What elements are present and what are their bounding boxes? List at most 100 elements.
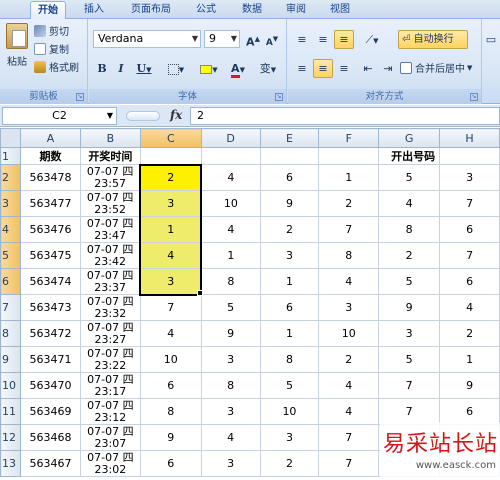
- number-cell[interactable]: 10: [139, 346, 202, 373]
- row-header[interactable]: 12: [0, 424, 21, 451]
- number-cell[interactable]: 2: [259, 216, 320, 243]
- period-cell[interactable]: 563471: [19, 346, 81, 373]
- period-cell[interactable]: 563470: [19, 372, 81, 399]
- row-header[interactable]: 9: [0, 346, 21, 373]
- row-header[interactable]: 10: [0, 372, 21, 399]
- fill-handle[interactable]: [197, 290, 203, 296]
- grow-font-button[interactable]: A▲: [244, 30, 262, 49]
- font-color-button[interactable]: A▼: [225, 59, 251, 78]
- number-cell[interactable]: 7: [439, 190, 500, 217]
- column-header-b[interactable]: B: [79, 128, 141, 148]
- selected-cell[interactable]: 3: [139, 268, 203, 296]
- align-bottom-button[interactable]: ≡: [334, 30, 354, 49]
- number-cell[interactable]: 1: [318, 164, 380, 191]
- number-cell[interactable]: 3: [318, 294, 380, 321]
- tab-formulas[interactable]: 公式: [188, 1, 224, 19]
- fill-color-button[interactable]: ▼: [195, 59, 223, 78]
- row-header[interactable]: 8: [0, 320, 21, 347]
- row-header[interactable]: 3: [0, 190, 21, 217]
- number-cell[interactable]: 8: [139, 398, 202, 425]
- number-cell[interactable]: 9: [378, 294, 441, 321]
- cell[interactable]: [259, 147, 320, 165]
- number-format-button[interactable]: ▭: [483, 30, 499, 49]
- font-size-select[interactable]: 9 ▼: [204, 30, 240, 48]
- number-cell[interactable]: 2: [378, 242, 441, 269]
- number-cell[interactable]: 8: [378, 216, 441, 243]
- number-cell[interactable]: 4: [318, 398, 380, 425]
- alignment-dialog-launcher-icon[interactable]: ↘: [470, 93, 478, 101]
- number-cell[interactable]: 5: [200, 294, 261, 321]
- number-cell[interactable]: 9: [200, 320, 261, 347]
- row-header[interactable]: 11: [0, 398, 21, 425]
- number-cell[interactable]: 5: [378, 164, 441, 191]
- orientation-button[interactable]: ⟋▼: [358, 30, 386, 49]
- tab-view[interactable]: 视图: [322, 1, 358, 19]
- clipboard-dialog-launcher-icon[interactable]: ↘: [76, 93, 84, 101]
- number-cell[interactable]: 6: [259, 164, 320, 191]
- number-cell[interactable]: 3: [378, 320, 441, 347]
- number-cell[interactable]: 6: [439, 216, 500, 243]
- number-cell[interactable]: 8: [200, 372, 261, 399]
- italic-button[interactable]: I: [112, 59, 130, 78]
- draw-time-cell[interactable]: 07-07 四 23:27: [79, 320, 141, 347]
- column-header-h[interactable]: H: [439, 128, 500, 148]
- row-header[interactable]: 5: [0, 242, 21, 269]
- numbers-header-cell[interactable]: 开出号码: [378, 147, 441, 165]
- period-cell[interactable]: 563478: [19, 164, 81, 191]
- tab-home[interactable]: 开始: [30, 1, 66, 19]
- number-cell[interactable]: 5: [378, 268, 441, 295]
- format-painter-button[interactable]: 格式刷: [34, 59, 79, 74]
- period-cell[interactable]: 563472: [19, 320, 81, 347]
- number-cell[interactable]: 1: [200, 242, 261, 269]
- number-cell[interactable]: 3: [200, 346, 261, 373]
- number-cell[interactable]: 6: [439, 268, 500, 295]
- selected-cell[interactable]: 3: [139, 190, 203, 217]
- copy-button[interactable]: 复制: [34, 41, 69, 56]
- row-header[interactable]: 13: [0, 450, 21, 477]
- borders-button[interactable]: ▼: [163, 59, 189, 78]
- number-cell[interactable]: 9: [139, 424, 202, 451]
- number-cell[interactable]: 9: [259, 190, 320, 217]
- wrap-text-button[interactable]: ⏎ 自动换行: [398, 30, 468, 49]
- number-cell[interactable]: 4: [200, 216, 261, 243]
- column-header-d[interactable]: D: [200, 128, 261, 148]
- number-cell[interactable]: 2: [318, 346, 380, 373]
- underline-button[interactable]: U▼: [131, 59, 157, 78]
- cell[interactable]: [439, 147, 500, 165]
- number-cell[interactable]: 7: [139, 294, 202, 321]
- cell[interactable]: [139, 147, 202, 165]
- number-cell[interactable]: 6: [139, 450, 202, 477]
- align-left-button[interactable]: ≡: [292, 59, 312, 78]
- period-header-cell[interactable]: 期数: [19, 147, 81, 165]
- draw-time-header-cell[interactable]: 开奖时间: [79, 147, 141, 165]
- draw-time-cell[interactable]: 07-07 四 23:22: [79, 346, 141, 373]
- active-cell-c2[interactable]: 2: [139, 163, 203, 191]
- number-cell[interactable]: 7: [318, 216, 380, 243]
- number-cell[interactable]: 4: [318, 372, 380, 399]
- align-right-button[interactable]: ≡: [334, 59, 354, 78]
- number-cell[interactable]: 7: [439, 242, 500, 269]
- font-dialog-launcher-icon[interactable]: ↘: [275, 93, 283, 101]
- draw-time-cell[interactable]: 07-07 四 23:07: [79, 424, 141, 451]
- name-box[interactable]: C2 ▼: [2, 107, 117, 125]
- column-header-c[interactable]: C: [139, 128, 202, 148]
- cut-button[interactable]: 剪切: [34, 23, 69, 38]
- tab-review[interactable]: 审阅: [278, 1, 314, 19]
- row-header[interactable]: 6: [0, 268, 21, 295]
- number-cell[interactable]: 1: [259, 320, 320, 347]
- period-cell[interactable]: 563469: [19, 398, 81, 425]
- number-cell[interactable]: 3: [200, 398, 261, 425]
- period-cell[interactable]: 563476: [19, 216, 81, 243]
- draw-time-cell[interactable]: 07-07 四 23:42: [79, 242, 141, 269]
- number-cell[interactable]: 9: [439, 372, 500, 399]
- number-cell[interactable]: 4: [139, 320, 202, 347]
- selected-cell[interactable]: 4: [139, 242, 203, 269]
- number-cell[interactable]: 5: [378, 346, 441, 373]
- column-header-e[interactable]: E: [259, 128, 320, 148]
- merge-center-button[interactable]: 合并后居中 ▼: [400, 60, 472, 75]
- number-cell[interactable]: 7: [378, 398, 441, 425]
- draw-time-cell[interactable]: 07-07 四 23:12: [79, 398, 141, 425]
- row-header[interactable]: 2: [0, 164, 21, 191]
- number-cell[interactable]: 7: [318, 450, 380, 477]
- formula-input[interactable]: 2: [190, 107, 500, 125]
